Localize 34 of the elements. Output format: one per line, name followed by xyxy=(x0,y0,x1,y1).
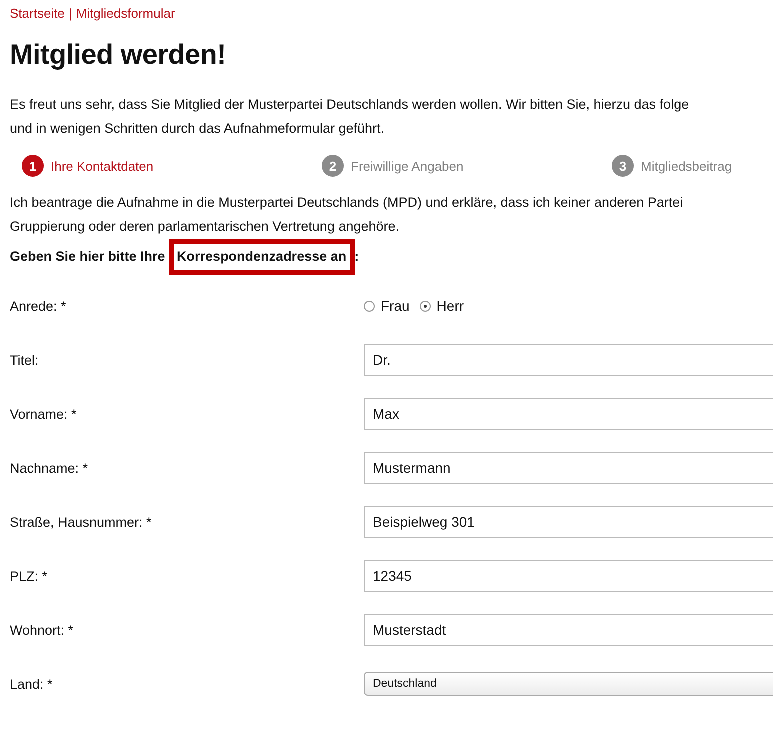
page-title: Mitglied werden! xyxy=(10,39,228,71)
radio-option[interactable]: Herr xyxy=(420,298,464,314)
radio-option[interactable]: Frau xyxy=(364,298,410,314)
field-label: Wohnort: * xyxy=(10,622,75,638)
address-prompt: Geben Sie hier bitte Ihre Korrespondenzadresse an : xyxy=(10,248,360,266)
input-field[interactable]: Musterstadt xyxy=(364,614,773,646)
input-field[interactable]: Dr. xyxy=(364,344,773,376)
breadcrumb-link[interactable]: Startseite xyxy=(10,6,65,21)
field-label: Land: * xyxy=(10,676,54,692)
field-label: Straße, Hausnummer: * xyxy=(10,514,153,530)
step-tab[interactable]: Mitgliedsbeitrag xyxy=(641,158,732,174)
input-field[interactable]: 12345 xyxy=(364,560,773,592)
field-label: Vorname: * xyxy=(10,406,78,422)
breadcrumb-separator: | xyxy=(68,6,72,21)
declaration-text: Ich beantrage die Aufnahme in die Musterpartei Deutschlands (MPD) und erkläre, dass ich keiner anderen Partei xyxy=(10,194,684,212)
step-tab[interactable]: Ihre Kontaktdaten xyxy=(51,158,154,174)
intro-text: und in wenigen Schritten durch das Aufnahmeformular geführt. xyxy=(10,120,386,138)
declaration-text: Gruppierung oder deren parlamentarischen Vertretung angehöre. xyxy=(10,218,401,236)
step-tab[interactable]: Freiwillige Angaben xyxy=(351,158,464,174)
field-label: Titel: xyxy=(10,352,40,368)
radio-icon[interactable] xyxy=(420,300,431,312)
input-field[interactable]: Mustermann xyxy=(364,452,773,484)
dropdown-field[interactable]: Deutschland xyxy=(364,672,773,696)
input-field[interactable]: Beispielweg 301 xyxy=(364,506,773,538)
radio-icon[interactable] xyxy=(364,300,375,312)
step-number: 2 xyxy=(322,155,344,177)
intro-text: Es freut uns sehr, dass Sie Mitglied der Musterpartei Deutschlands werden wollen. Wir bitten Sie, hierzu das folge xyxy=(10,96,690,114)
field-label: PLZ: * xyxy=(10,568,49,584)
step-number: 1 xyxy=(22,155,44,177)
step-number: 3 xyxy=(612,155,634,177)
field-label: Nachname: * xyxy=(10,460,90,476)
input-field[interactable]: Max xyxy=(364,398,773,430)
field-label: Anrede: * xyxy=(10,298,68,314)
breadcrumb-link[interactable]: Mitgliedsformular xyxy=(76,6,176,21)
